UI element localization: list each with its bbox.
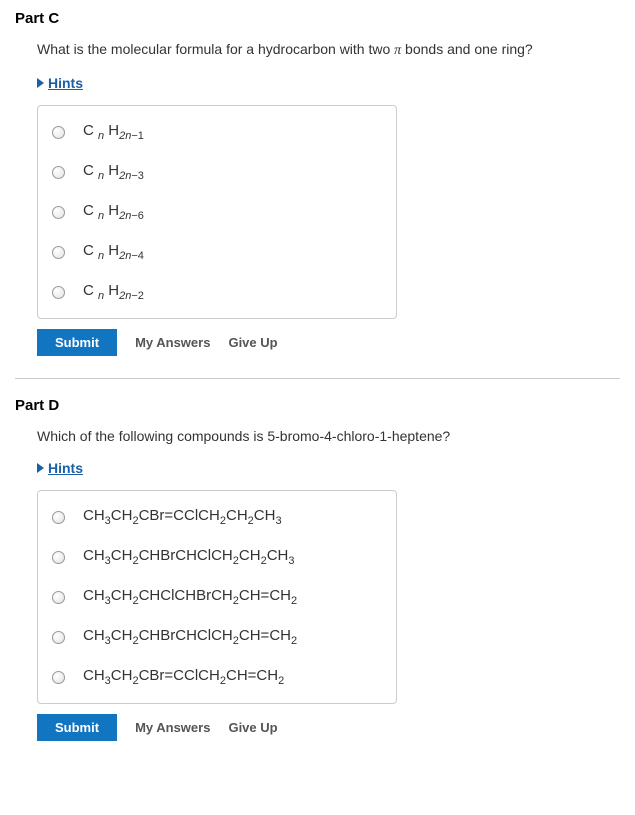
radio-button[interactable] [52,126,65,139]
hints-link[interactable]: Hints [48,460,83,476]
submit-button[interactable]: Submit [37,329,117,356]
option-row[interactable]: C n H2n−3 [52,162,382,182]
formula-label: CH3CH2CHBrCHClCH2CH2CH3 [83,547,294,567]
option-row[interactable]: C n H2n−6 [52,202,382,222]
chevron-right-icon [37,78,44,88]
radio-button[interactable] [52,246,65,259]
formula-label: CH3CH2CBr=CClCH2CH=CH2 [83,667,284,687]
formula-label: CH3CH2CHClCHBrCH2CH=CH2 [83,587,297,607]
radio-button[interactable] [52,511,65,524]
option-row[interactable]: CH3CH2CBr=CClCH2CH2CH3 [52,507,382,527]
formula-label: CH3CH2CBr=CClCH2CH2CH3 [83,507,282,527]
radio-button[interactable] [52,671,65,684]
options-box: CH3CH2CBr=CClCH2CH2CH3 CH3CH2CHBrCHClCH2C… [37,490,397,704]
buttons-row: Submit My Answers Give Up [37,714,620,741]
buttons-row: Submit My Answers Give Up [37,329,620,356]
option-row[interactable]: CH3CH2CBr=CClCH2CH=CH2 [52,667,382,687]
question-suffix: bonds and one ring? [401,41,533,57]
my-answers-button[interactable]: My Answers [135,720,210,735]
option-row[interactable]: CH3CH2CHBrCHClCH2CH2CH3 [52,547,382,567]
option-row[interactable]: CH3CH2CHBrCHClCH2CH=CH2 [52,627,382,647]
radio-button[interactable] [52,286,65,299]
formula-label: C n H2n−2 [83,282,144,302]
option-row[interactable]: C n H2n−2 [52,282,382,302]
radio-button[interactable] [52,631,65,644]
question-text: What is the molecular formula for a hydr… [37,41,620,59]
hints-toggle[interactable]: Hints [37,460,620,476]
option-row[interactable]: CH3CH2CHClCHBrCH2CH=CH2 [52,587,382,607]
option-row[interactable]: C n H2n−4 [52,242,382,262]
part-title: Part C [15,10,620,27]
chevron-right-icon [37,463,44,473]
option-row[interactable]: C n H2n−1 [52,122,382,142]
submit-button[interactable]: Submit [37,714,117,741]
formula-label: C n H2n−1 [83,122,144,142]
part-c: Part C What is the molecular formula for… [15,10,620,356]
give-up-button[interactable]: Give Up [228,720,277,735]
formula-label: CH3CH2CHBrCHClCH2CH=CH2 [83,627,297,647]
part-title: Part D [15,397,620,414]
my-answers-button[interactable]: My Answers [135,335,210,350]
divider [15,378,620,379]
radio-button[interactable] [52,591,65,604]
give-up-button[interactable]: Give Up [228,335,277,350]
formula-label: C n H2n−6 [83,202,144,222]
part-d: Part D Which of the following compounds … [15,397,620,741]
radio-button[interactable] [52,166,65,179]
options-box: C n H2n−1 C n H2n−3 C n H2n−6 C n H2n−4 C n … [37,105,397,319]
formula-label: C n H2n−4 [83,242,144,262]
question-text: Which of the following compounds is 5-br… [37,428,620,444]
formula-label: C n H2n−3 [83,162,144,182]
hints-link[interactable]: Hints [48,75,83,91]
question-prefix: What is the molecular formula for a hydr… [37,41,394,57]
radio-button[interactable] [52,551,65,564]
hints-toggle[interactable]: Hints [37,75,620,91]
radio-button[interactable] [52,206,65,219]
